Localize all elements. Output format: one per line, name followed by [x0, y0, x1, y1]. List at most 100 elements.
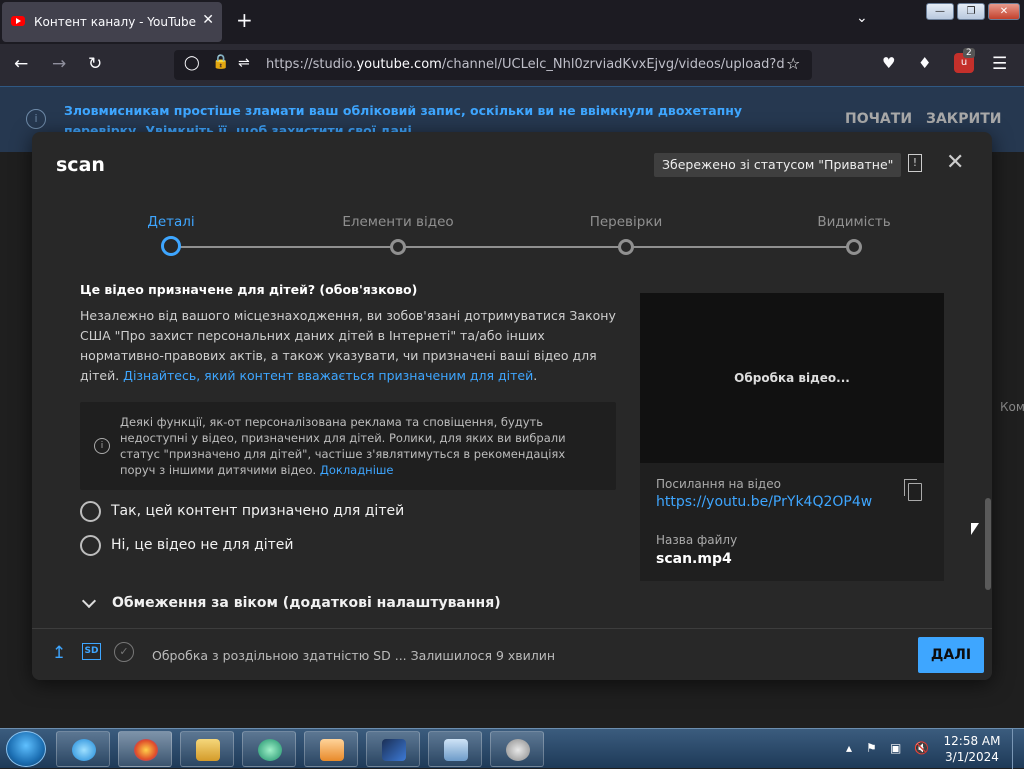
tray-expand-icon[interactable]: ▴ [846, 741, 852, 755]
step-video-elements-dot[interactable] [390, 239, 406, 255]
back-icon[interactable]: ← [14, 54, 28, 74]
maximize-button[interactable]: ❐ [957, 3, 985, 20]
taskbar-sound[interactable] [490, 731, 544, 767]
browser-nav-bar: ← → ↻ ◯ 🔒 ⇌ https://studio.youtube.com/c… [0, 44, 1024, 86]
volume-muted-icon[interactable]: 🔇 [914, 741, 929, 755]
file-name-label: Назва файлу [656, 533, 738, 547]
firefox-icon [134, 739, 158, 761]
info-notice-text: Деякі функції, як-от персоналізована рек… [120, 415, 566, 477]
media-player-icon [320, 739, 344, 761]
banner-start-button[interactable]: ПОЧАТИ [845, 111, 912, 127]
video-link[interactable]: https://youtu.be/PrYk4Q2OP4w [656, 494, 872, 510]
made-for-kids-title: Це відео призначене для дітей? (обов'язк… [80, 282, 418, 297]
stepper-line [180, 246, 856, 248]
step-details-dot[interactable] [161, 236, 181, 256]
step-visibility-dot[interactable] [846, 239, 862, 255]
taskbar-app-green[interactable] [242, 731, 296, 767]
sd-icon: SD [82, 643, 101, 660]
step-checks-dot[interactable] [618, 239, 634, 255]
control-panel-icon [444, 739, 468, 761]
show-desktop-button[interactable] [1012, 729, 1024, 769]
permissions-icon[interactable]: ⇌ [238, 55, 250, 71]
radio-made-for-kids-yes[interactable]: Так, цей контент призначено для дітей [80, 500, 530, 524]
next-button[interactable]: ДАЛІ [918, 637, 984, 673]
taskbar-internet-explorer[interactable] [56, 731, 110, 767]
taskbar-video-editor[interactable] [366, 731, 420, 767]
dialog-footer: ↥ SD ✓ Обробка з роздільною здатністю SD… [32, 628, 992, 680]
lock-icon[interactable]: 🔒 [212, 54, 229, 70]
tab-close-icon[interactable]: ✕ [202, 12, 214, 28]
copy-icon[interactable] [904, 479, 922, 501]
taskbar-firefox[interactable] [118, 731, 172, 767]
age-restrictions-expander[interactable]: Обмеження за віком (додаткові налаштуван… [81, 593, 501, 618]
forward-icon[interactable]: → [52, 54, 66, 74]
radio-circle[interactable] [80, 535, 101, 556]
background-column-header: Ком [1000, 400, 1024, 414]
app-icon [258, 739, 282, 761]
dialog-close-icon[interactable]: ✕ [946, 150, 964, 175]
radio-label: Ні, це відео не для дітей [111, 537, 294, 553]
radio-label: Так, цей контент призначено для дітей [111, 503, 405, 519]
dialog-title: scan [56, 154, 105, 176]
close-window-button[interactable]: ✕ [988, 3, 1020, 20]
tab-title: Контент каналу - YouTube Studio [34, 15, 199, 29]
video-link-label: Посилання на відео [656, 477, 781, 491]
chevron-down-icon [81, 593, 97, 609]
speaker-icon [506, 739, 530, 761]
browser-tab-bar: Контент каналу - YouTube Studio ✕ + ⌄ — … [0, 0, 1024, 44]
banner-close-button[interactable]: ЗАКРИТИ [926, 111, 1001, 127]
video-player[interactable]: Обробка відео... [640, 293, 944, 463]
dialog-scrollbar[interactable] [985, 498, 991, 590]
age-restrictions-label: Обмеження за віком (додаткові налаштуван… [112, 595, 501, 611]
learn-more-link[interactable]: Дізнайтесь, який контент вважається приз… [123, 368, 533, 383]
taskbar-explorer[interactable] [180, 731, 234, 767]
info-icon: i [26, 109, 46, 129]
extensions-icon[interactable]: ♦ [918, 54, 931, 72]
action-center-flag-icon[interactable]: ⚑ [866, 741, 877, 755]
made-for-kids-description: Незалежно від вашого місцезнаходження, в… [80, 308, 616, 383]
url-text[interactable]: https://studio.youtube.com/channel/UCLel… [266, 57, 786, 72]
taskbar: ▴ ⚑ ▣ 🔇 12:58 AM 3/1/2024 [0, 728, 1024, 769]
system-tray: ▴ ⚑ ▣ 🔇 12:58 AM 3/1/2024 [842, 729, 1024, 769]
processing-text: Обробка відео... [734, 371, 850, 385]
taskbar-control-panel[interactable] [428, 731, 482, 767]
upload-dialog: scan Збережено зі статусом "Приватне" ! … [32, 132, 992, 680]
clock[interactable]: 12:58 AM 3/1/2024 [942, 733, 1002, 765]
youtube-icon [11, 16, 25, 26]
saved-status-badge: Збережено зі статусом "Приватне" [654, 153, 902, 177]
radio-made-for-kids-no[interactable]: Ні, це відео не для дітей [80, 534, 530, 558]
step-checks[interactable]: Перевірки [556, 214, 696, 230]
step-visibility[interactable]: Видимість [784, 214, 924, 230]
minimize-button[interactable]: — [926, 3, 954, 20]
list-tabs-chevron-icon[interactable]: ⌄ [856, 10, 868, 26]
clock-date: 3/1/2024 [945, 750, 999, 764]
shield-icon[interactable]: ◯ [184, 55, 200, 71]
reload-icon[interactable]: ↻ [88, 54, 102, 74]
new-tab-button[interactable]: + [236, 8, 253, 32]
check-icon: ✓ [114, 642, 134, 662]
studio-right-background [992, 152, 1024, 728]
step-details[interactable]: Деталі [101, 214, 241, 230]
clock-time: 12:58 AM [943, 734, 1001, 748]
radio-circle[interactable] [80, 501, 101, 522]
video-editor-icon [382, 739, 406, 761]
upload-stepper: Деталі Елементи відео Перевірки Видиміст… [32, 198, 992, 264]
report-issue-icon[interactable]: ! [908, 154, 922, 172]
dialog-content: Це відео призначене для дітей? (обов'язк… [32, 272, 992, 628]
studio-sidebar-background [0, 152, 32, 728]
url-bar[interactable]: ◯ 🔒 ⇌ https://studio.youtube.com/channel… [174, 50, 812, 80]
step-video-elements[interactable]: Елементи відео [328, 214, 468, 230]
start-button[interactable] [6, 731, 46, 767]
info-notice: i Деякі функції, як-от персоналізована р… [80, 402, 616, 490]
ie-icon [72, 739, 96, 761]
taskbar-media-player[interactable] [304, 731, 358, 767]
bookmark-star-icon[interactable]: ☆ [786, 54, 800, 73]
menu-icon[interactable]: ☰ [992, 54, 1007, 74]
pocket-icon[interactable]: ♥ [882, 54, 895, 72]
video-preview-card: Обробка відео... Посилання на відео http… [640, 293, 944, 581]
file-name: scan.mp4 [656, 551, 732, 567]
info-icon: i [94, 438, 110, 454]
browser-tab[interactable]: Контент каналу - YouTube Studio ✕ [2, 2, 222, 42]
network-icon[interactable]: ▣ [890, 741, 901, 755]
details-link[interactable]: Докладніше [320, 463, 394, 477]
